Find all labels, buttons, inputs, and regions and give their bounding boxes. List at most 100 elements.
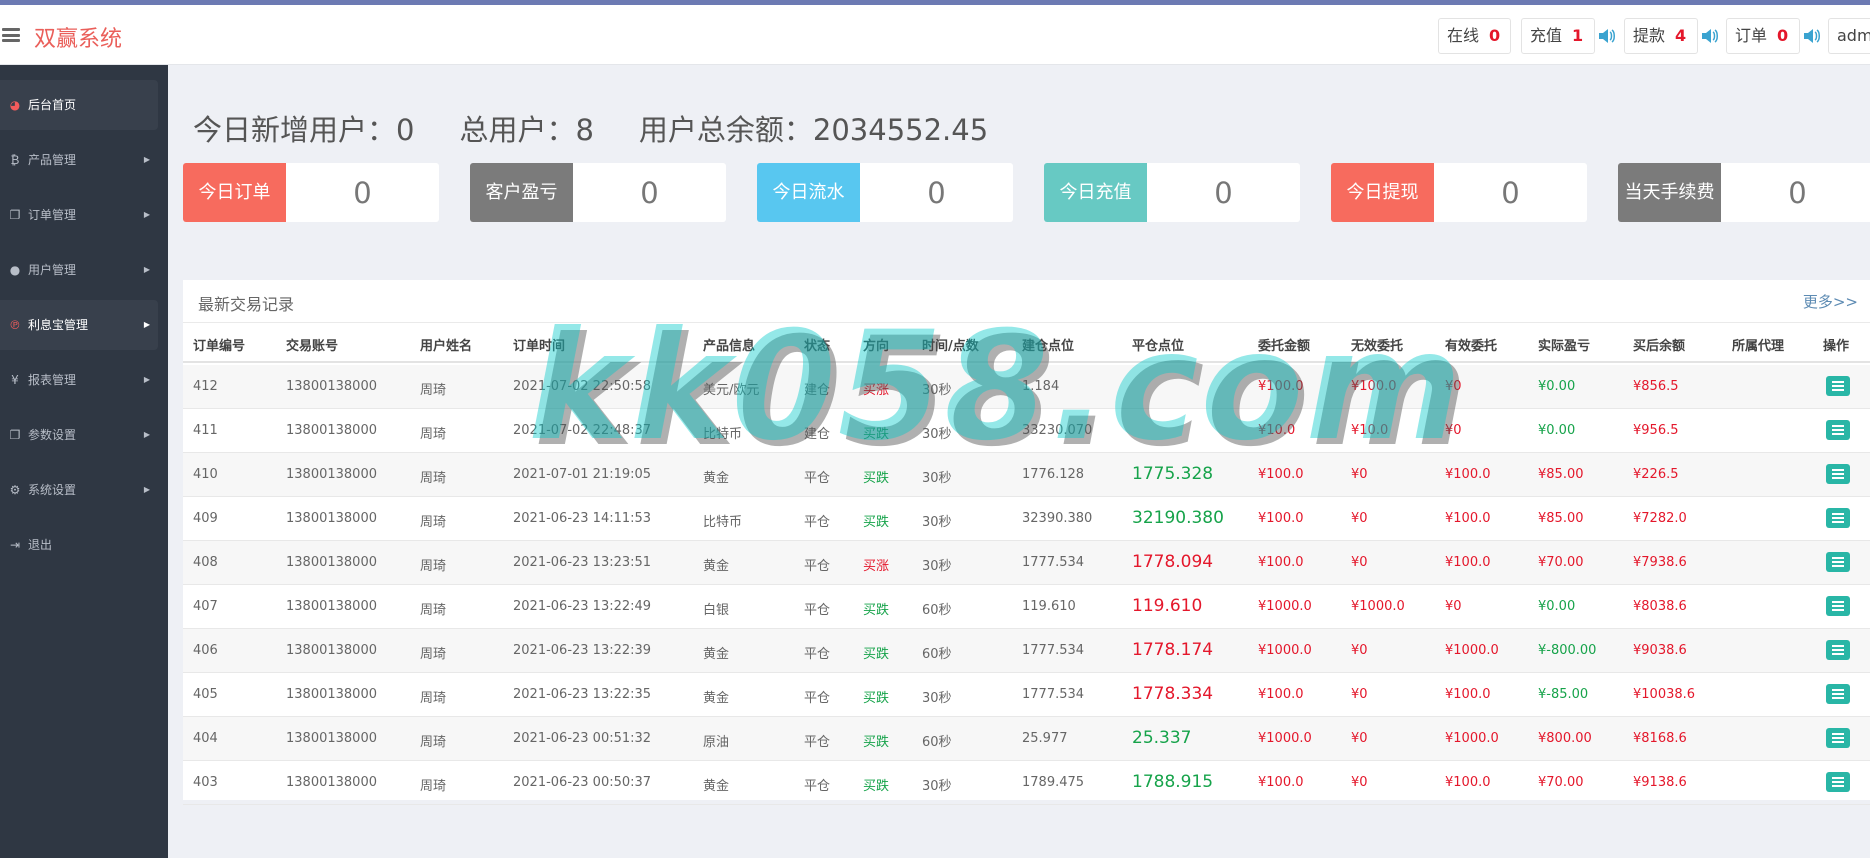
cell-dir: 买跌 bbox=[863, 691, 890, 706]
detail-button[interactable] bbox=[1826, 376, 1850, 396]
stat-card: 当天 手续费 0 bbox=[1618, 163, 1870, 222]
dashboard-icon: ◕ bbox=[9, 98, 21, 112]
more-link[interactable]: 更多>> bbox=[1803, 291, 1858, 312]
cell-open: 33230.070 bbox=[1022, 423, 1093, 438]
sidebar-item-users[interactable]: ● 用户管理 ▶ bbox=[0, 245, 168, 295]
detail-button[interactable] bbox=[1826, 772, 1850, 792]
table-row[interactable]: 404 13800138000 周琦 2021-06-23 00:51:32 原油 平仓 买… bbox=[183, 717, 1870, 761]
cell-invalid: ¥0 bbox=[1351, 511, 1368, 526]
cell-product: 黄金 bbox=[703, 559, 730, 574]
cell-balance: ¥956.5 bbox=[1633, 423, 1679, 438]
cell-id: 403 bbox=[193, 775, 218, 790]
cell-pl: ¥0.00 bbox=[1538, 423, 1576, 438]
cell-period: 30秒 bbox=[922, 691, 952, 706]
stat-card: 今日 流水 0 bbox=[757, 163, 1013, 222]
cell-valid: ¥100.0 bbox=[1445, 555, 1491, 570]
table-row[interactable]: 405 13800138000 周琦 2021-06-23 13:22:35 黄金 平仓 买… bbox=[183, 673, 1870, 717]
speaker-icon[interactable] bbox=[1701, 28, 1719, 44]
cell-name: 周琦 bbox=[420, 735, 447, 750]
table-row[interactable]: 403 13800138000 周琦 2021-06-23 00:50:37 黄金 平仓 买… bbox=[183, 761, 1870, 805]
detail-button[interactable] bbox=[1826, 464, 1850, 484]
cell-id: 412 bbox=[193, 379, 218, 394]
table-row[interactable]: 412 13800138000 周琦 2021-07-02 22:50:58 美元/欧元… bbox=[183, 365, 1870, 409]
cell-close: 1778.334 bbox=[1132, 684, 1214, 704]
recharge-stat[interactable]: 充值 1 bbox=[1521, 18, 1595, 54]
sidebar-item-products[interactable]: ₿ 产品管理 ▶ bbox=[0, 135, 168, 185]
cell-balance: ¥226.5 bbox=[1633, 467, 1679, 482]
cell-open: 1776.128 bbox=[1022, 467, 1085, 482]
cell-id: 407 bbox=[193, 599, 218, 614]
cell-close: 32190.380 bbox=[1132, 508, 1224, 528]
cell-period: 60秒 bbox=[922, 735, 952, 750]
cell-close: 25.337 bbox=[1132, 728, 1192, 748]
cell-invalid: ¥0 bbox=[1351, 687, 1368, 702]
cell-time: 2021-06-23 13:23:51 bbox=[513, 555, 652, 570]
withdraw-stat[interactable]: 提款 4 bbox=[1624, 18, 1698, 54]
column-header: 实际盈亏 bbox=[1538, 339, 1591, 354]
sidebar-item-logout[interactable]: ⇥ 退出 bbox=[0, 520, 168, 570]
detail-button[interactable] bbox=[1826, 684, 1850, 704]
cell-balance: ¥856.5 bbox=[1633, 379, 1679, 394]
speaker-icon[interactable] bbox=[1598, 28, 1616, 44]
detail-button[interactable] bbox=[1826, 552, 1850, 572]
table-row[interactable]: 407 13800138000 周琦 2021-06-23 13:22:49 白银 平仓 买… bbox=[183, 585, 1870, 629]
card-value: 0 bbox=[353, 175, 372, 210]
copy-icon: ❐ bbox=[9, 208, 21, 222]
detail-button[interactable] bbox=[1826, 640, 1850, 660]
table-row[interactable]: 409 13800138000 周琦 2021-06-23 14:11:53 比特币 平仓… bbox=[183, 497, 1870, 541]
sidebar-item-params[interactable]: ❐ 参数设置 ▶ bbox=[0, 410, 168, 460]
cell-id: 406 bbox=[193, 643, 218, 658]
cogs-icon: ⚙ bbox=[9, 483, 21, 497]
cell-open: 1777.534 bbox=[1022, 555, 1085, 570]
cell-period: 60秒 bbox=[922, 647, 952, 662]
card-value: 0 bbox=[1788, 175, 1807, 210]
table-row[interactable]: 408 13800138000 周琦 2021-06-23 13:23:51 黄金 平仓 买… bbox=[183, 541, 1870, 585]
column-header: 订单时间 bbox=[513, 339, 566, 354]
cell-time: 2021-06-23 00:51:32 bbox=[513, 731, 652, 746]
cell-open: 1.184 bbox=[1022, 379, 1060, 394]
detail-button[interactable] bbox=[1826, 596, 1850, 616]
table-row[interactable]: 411 13800138000 周琦 2021-07-02 22:48:37 比特币 建仓… bbox=[183, 409, 1870, 453]
stat-card: 今日 提现 0 bbox=[1331, 163, 1587, 222]
card-value: 0 bbox=[1501, 175, 1520, 210]
cell-account: 13800138000 bbox=[286, 643, 377, 658]
detail-button[interactable] bbox=[1826, 728, 1850, 748]
cell-valid: ¥1000.0 bbox=[1445, 643, 1499, 658]
sidebar-item-label: 后台首页 bbox=[28, 98, 77, 112]
online-stat[interactable]: 在线 0 bbox=[1438, 18, 1511, 54]
table-header: 订单编号 交易账号 用户姓名 订单时间 产品信息 状态 方向 时间/点数 建仓点位 平仓点位 委托金… bbox=[183, 323, 1870, 363]
cell-name: 周琦 bbox=[420, 603, 447, 618]
cell-period: 30秒 bbox=[922, 383, 952, 398]
column-header: 建仓点位 bbox=[1022, 339, 1075, 354]
speaker-icon[interactable] bbox=[1803, 28, 1821, 44]
cell-amount: ¥100.0 bbox=[1258, 511, 1304, 526]
table-row[interactable]: 406 13800138000 周琦 2021-06-23 13:22:39 黄金 平仓 买… bbox=[183, 629, 1870, 673]
menu-toggle-icon[interactable] bbox=[2, 28, 20, 42]
detail-button[interactable] bbox=[1826, 508, 1850, 528]
sidebar-item-orders[interactable]: ❐ 订单管理 ▶ bbox=[0, 190, 168, 240]
cell-dir: 买跌 bbox=[863, 603, 890, 618]
cell-product: 白银 bbox=[703, 603, 730, 618]
sidebar-item-dashboard[interactable]: ◕ 后台首页 bbox=[0, 80, 158, 130]
cell-open: 1789.475 bbox=[1022, 775, 1085, 790]
cell-product: 黄金 bbox=[703, 691, 730, 706]
detail-button[interactable] bbox=[1826, 420, 1850, 440]
card-label: 今日 提现 bbox=[1331, 163, 1434, 222]
cell-open: 25.977 bbox=[1022, 731, 1068, 746]
cell-valid: ¥0 bbox=[1445, 379, 1462, 394]
order-stat[interactable]: 订单 0 bbox=[1726, 18, 1800, 54]
cell-product: 黄金 bbox=[703, 471, 730, 486]
user-menu[interactable]: admin bbox=[1828, 18, 1870, 54]
table-row[interactable]: 410 13800138000 周琦 2021-07-01 21:19:05 黄金 平仓 买… bbox=[183, 453, 1870, 497]
sidebar-item-system[interactable]: ⚙ 系统设置 ▶ bbox=[0, 465, 168, 515]
cell-pl: ¥-85.00 bbox=[1538, 687, 1589, 702]
sign-out-icon: ⇥ bbox=[9, 538, 21, 552]
cell-status: 平仓 bbox=[804, 691, 831, 706]
sidebar-item-reports[interactable]: ¥ 报表管理 ▶ bbox=[0, 355, 168, 405]
column-header: 买后余额 bbox=[1633, 339, 1686, 354]
sidebar-item-interest[interactable]: ℗ 利息宝管理 ▶ bbox=[0, 300, 158, 350]
cell-time: 2021-06-23 00:50:37 bbox=[513, 775, 652, 790]
cell-name: 周琦 bbox=[420, 779, 447, 794]
cell-status: 平仓 bbox=[804, 647, 831, 662]
cell-valid: ¥0 bbox=[1445, 599, 1462, 614]
